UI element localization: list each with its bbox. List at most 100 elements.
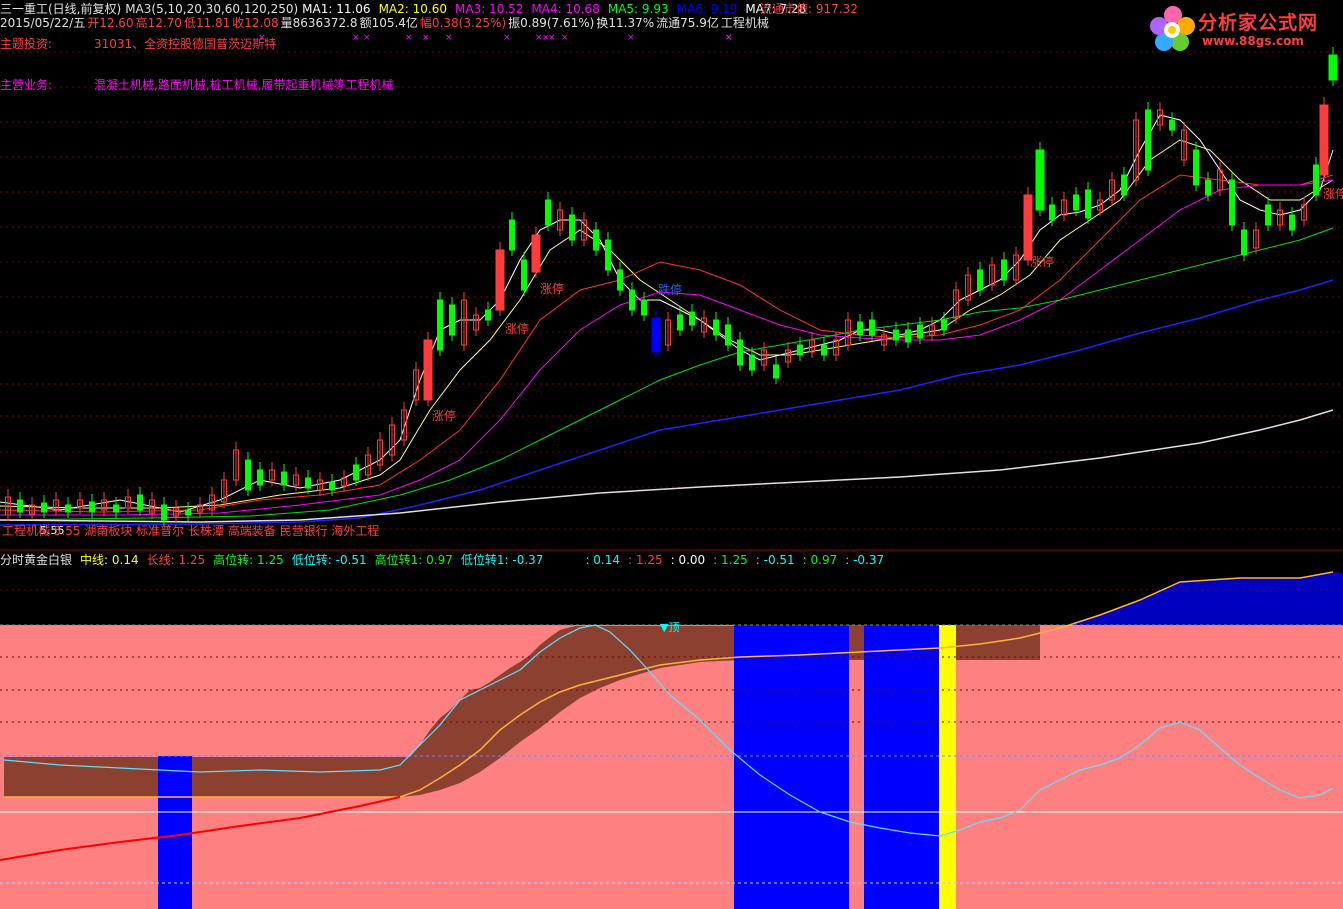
indicator-extra-3: : 0.00 [670, 553, 706, 567]
flower-logo-icon [1150, 6, 1195, 51]
signal-marker: × [258, 33, 266, 43]
limit-up-label: 涨停 [432, 408, 456, 423]
candle-body [89, 501, 95, 513]
candle-body [1205, 179, 1211, 196]
indicator-value-1: 中线: 0.14 [80, 553, 139, 567]
candle-body [617, 269, 623, 291]
short-line [3, 624, 1334, 837]
candle-body [857, 321, 863, 336]
candle-body [893, 329, 899, 341]
indicator-name[interactable]: 分时黄金白银 [0, 553, 72, 567]
indicator-value-2: 长线: 1.25 [146, 553, 206, 567]
candle-body [1049, 204, 1055, 221]
signal-marker: × [725, 33, 733, 43]
candle-body [329, 481, 335, 491]
candle-body [569, 214, 575, 241]
indicator-extra-2: : 1.25 [628, 553, 663, 567]
candle-body [905, 329, 911, 343]
site-logo: 分析家公式网 www.88gs.com [1148, 4, 1338, 54]
candle-body [305, 477, 311, 489]
brown-strip [740, 625, 1040, 660]
signal-marker: × [405, 33, 413, 43]
candle-body [485, 309, 491, 321]
sector-tags: 工程机械 5.55 湖南板块 标准普尔 长株潭 高端装备 民营银行 海外工程 [2, 524, 380, 538]
ma3-line [0, 174, 1334, 513]
signal-marker: × [445, 33, 453, 43]
candle-body [725, 324, 731, 346]
indicator-header: 分时黄金白银 中线: 0.14 长线: 1.25 高位转: 1.25 低位转: -0.5… [0, 553, 896, 567]
signal-marker: × [422, 33, 430, 43]
candle-body [245, 459, 251, 491]
long-line [4, 571, 1334, 798]
candle-body [941, 319, 947, 331]
signal-marker: × [352, 33, 360, 43]
candle-body [521, 259, 527, 291]
indicator-extra-1: : 0.14 [585, 553, 621, 567]
candle-body [1265, 204, 1271, 226]
signal-marker: × [503, 33, 511, 43]
logo-url[interactable]: www.88gs.com [1202, 34, 1304, 48]
candle-body [449, 304, 455, 336]
candle-body [1023, 194, 1033, 261]
yellow-bar [939, 625, 956, 909]
indicator-value-4: 低位转: -0.51 [291, 553, 367, 567]
candle-body [1241, 229, 1247, 256]
blue-top-area [1070, 572, 1343, 625]
candle-body [677, 314, 683, 331]
candle-body [531, 234, 541, 273]
candle-body [161, 504, 167, 521]
candle-body [689, 311, 695, 326]
mid-line [0, 796, 401, 861]
signal-marker: × [363, 33, 371, 43]
candle-body [137, 494, 143, 511]
candle-body [797, 344, 803, 356]
candle-body [113, 504, 119, 513]
candle-body [1001, 259, 1007, 281]
ma6-line [0, 279, 1334, 526]
logo-title: 分析家公式网 [1198, 12, 1319, 34]
candle-body [1193, 149, 1199, 186]
candle-body [1313, 164, 1319, 196]
indicator-extra-7: : -0.37 [845, 553, 885, 567]
candle-body [1289, 214, 1295, 231]
blue-bar [864, 625, 939, 909]
candle-body [605, 239, 611, 271]
candle-body [773, 364, 779, 379]
ma4-line [0, 179, 1334, 516]
candle-body [821, 344, 827, 356]
candle-body [737, 339, 743, 366]
candle-body [509, 219, 515, 251]
candlestick-chart[interactable]: 涨停涨停涨停涨停涨停跌停5.55× × × × × × × × ×× × × ×× [0, 0, 1343, 550]
candle-body [1073, 194, 1079, 211]
indicator-extra-6: : 0.97 [802, 553, 838, 567]
candle-body [1319, 104, 1329, 176]
limit-up-label: 涨停 [505, 321, 529, 336]
indicator-extra-values: : 0.14: 1.25: 0.00: 1.25: -0.51: 0.97: -… [585, 553, 892, 567]
brown-bar [849, 625, 864, 657]
candle-body [1145, 109, 1151, 171]
ma5-line [0, 227, 1334, 521]
limit-up-label: 涨停 [1323, 186, 1343, 201]
blue-bar [158, 756, 192, 909]
indicator-areas: ▼顶 [0, 571, 1343, 909]
candle-body [917, 324, 923, 339]
candle-body [65, 504, 71, 513]
indicator-value-6: 低位转1: -0.37 [460, 553, 544, 567]
candle-body [651, 317, 661, 353]
candle-body [593, 229, 599, 251]
candle-body [41, 502, 47, 513]
candle-body [495, 249, 505, 311]
indicator-extra-5: : -0.51 [755, 553, 795, 567]
candle-body [1085, 189, 1091, 219]
candle-body [1169, 119, 1175, 131]
indicator-values: 中线: 0.14 长线: 1.25 高位转: 1.25 低位转: -0.51 高位转1:… [80, 553, 551, 567]
pink-area [0, 625, 1343, 909]
signal-marker: × [627, 33, 635, 43]
candle-body [1229, 179, 1235, 226]
limit-up-label: 涨停 [540, 281, 564, 296]
candle-body [17, 499, 23, 513]
candle-body [437, 299, 443, 351]
candle-body [629, 289, 635, 311]
candle-body [749, 354, 755, 371]
candle-body [641, 299, 647, 316]
